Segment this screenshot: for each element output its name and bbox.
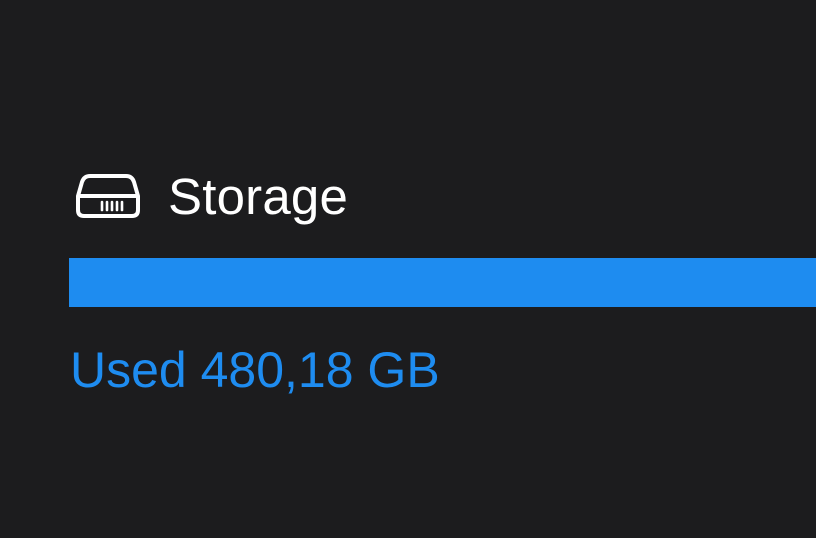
storage-usage-fill bbox=[69, 258, 816, 307]
storage-header: Storage bbox=[76, 165, 348, 227]
storage-panel: Storage Used 480,18 GB bbox=[0, 0, 816, 538]
storage-title: Storage bbox=[168, 167, 349, 225]
hard-drive-icon bbox=[76, 172, 140, 220]
storage-usage-bar bbox=[69, 258, 816, 307]
storage-used-label: Used 480,18 GB bbox=[70, 342, 440, 398]
